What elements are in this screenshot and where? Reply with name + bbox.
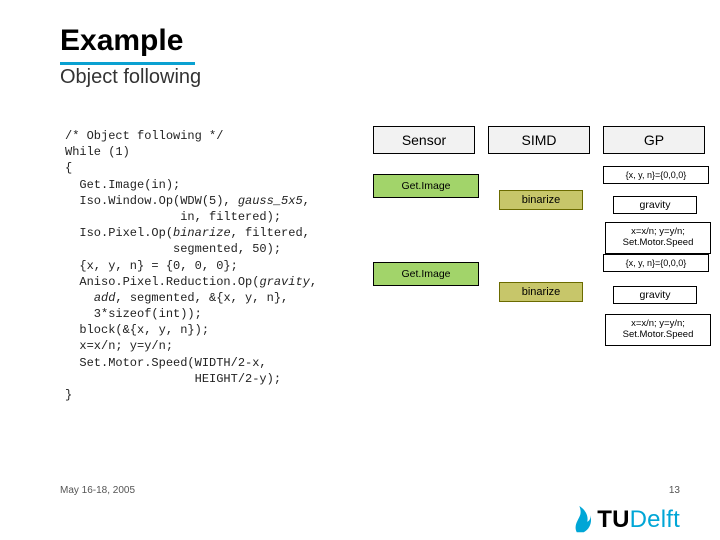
col-header-sensor: Sensor xyxy=(373,126,475,154)
node-getimage-1: Get.Image xyxy=(373,174,479,198)
col-header-simd: SIMD xyxy=(488,126,590,154)
slide: Example Object following /* Object follo… xyxy=(0,0,720,540)
footer-page: 13 xyxy=(669,485,680,496)
node-init-1: {x, y, n}={0,0,0} xyxy=(603,166,709,184)
node-gravity-1: gravity xyxy=(613,196,697,214)
slide-title: Example xyxy=(60,24,183,58)
slide-subtitle: Object following xyxy=(60,66,201,89)
node-binarize-1: binarize xyxy=(499,190,583,210)
node-gravity-2: gravity xyxy=(613,286,697,304)
node-math-1: x=x/n; y=y/n; Set.Motor.Speed xyxy=(605,222,711,254)
footer-date: May 16-18, 2005 xyxy=(60,485,135,496)
node-init-2: {x, y, n}={0,0,0} xyxy=(603,254,709,272)
logo-text: TUDelft xyxy=(597,506,680,534)
node-binarize-2: binarize xyxy=(499,282,583,302)
flame-icon xyxy=(571,506,593,534)
title-underline xyxy=(60,62,195,65)
code-block: /* Object following */ While (1) { Get.I… xyxy=(65,128,317,403)
node-getimage-2: Get.Image xyxy=(373,262,479,286)
tudelft-logo: TUDelft xyxy=(571,506,680,534)
col-header-gp: GP xyxy=(603,126,705,154)
node-math-2: x=x/n; y=y/n; Set.Motor.Speed xyxy=(605,314,711,346)
